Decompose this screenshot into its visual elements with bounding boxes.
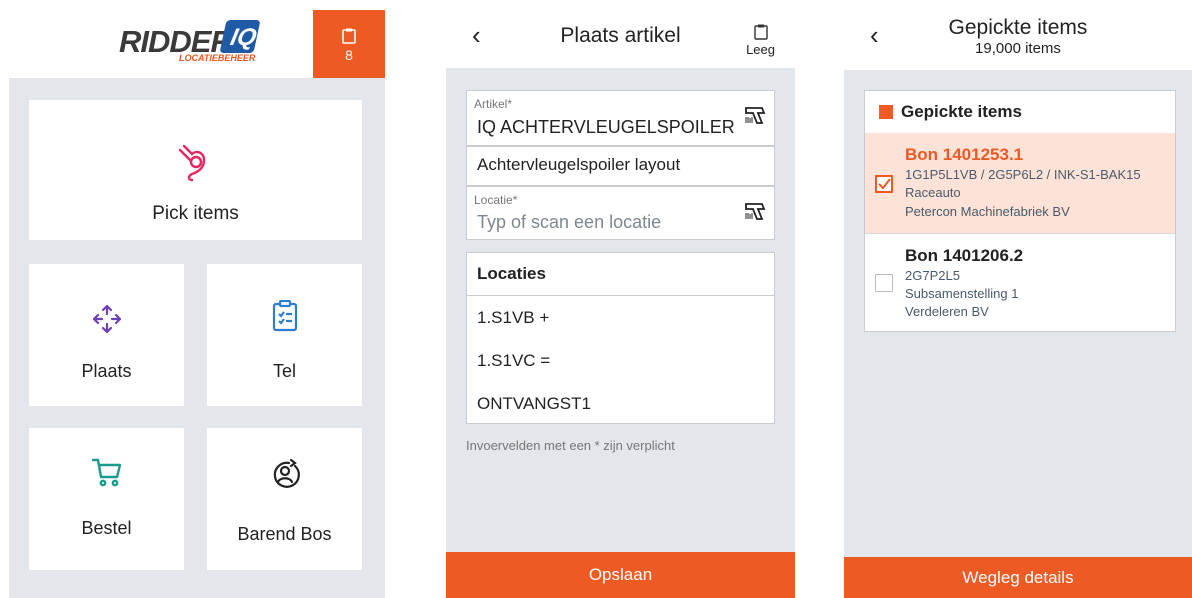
locatie-item[interactable]: ONTVANGST1	[467, 382, 774, 425]
picked-items-screen: ‹ Gepickte items 19,000 items Gepickte i…	[844, 0, 1192, 598]
order-row[interactable]: Bon 1401206.2 2G7P2L5 Subsamenstelling 1…	[865, 233, 1175, 332]
wegleg-details-button[interactable]: Wegleg details	[844, 557, 1192, 598]
order-checkbox[interactable]	[875, 274, 893, 292]
picklist-count: 8	[345, 47, 353, 63]
checkmark-icon	[878, 178, 891, 190]
order-line-3: Petercon Machinefabriek BV	[905, 204, 1070, 219]
clear-button[interactable]: Leeg	[746, 24, 775, 57]
clipboard-list-icon	[272, 300, 297, 332]
save-button[interactable]: Opslaan	[446, 552, 795, 598]
tile-tel[interactable]: Tel	[207, 264, 362, 406]
picklist-badge-button[interactable]: 8	[313, 10, 385, 78]
page-title: Gepickte items	[948, 16, 1088, 39]
locatie-field[interactable]: Locatie* Typ of scan een locatie	[466, 186, 775, 240]
tile-tel-label: Tel	[272, 361, 296, 381]
locatie-item[interactable]: 1.S1VC =	[467, 339, 774, 382]
logo-box-text: IQ	[227, 24, 260, 51]
order-line-2: Raceauto	[905, 185, 961, 200]
home-tiles: Pick items Plaats Tel Bestel Barend Bos	[9, 78, 385, 598]
order-codes: 1G1P5L1VB / 2G5P6L2 / INK-S1-BAK15	[905, 167, 1141, 182]
clipboard-icon	[342, 28, 356, 44]
artikel-field[interactable]: Artikel* IQ ACHTERVLEUGELSPOILER LAYOUT	[466, 90, 775, 146]
list-header[interactable]: Gepickte items	[865, 91, 1175, 134]
picked-list-area: Gepickte items Bon 1401253.1 1G1P5L1VB /…	[844, 70, 1192, 557]
locaties-header: Locaties	[467, 253, 774, 296]
locatie-item[interactable]: 1.S1VB +	[467, 296, 774, 339]
tile-barend-bos[interactable]: Barend Bos	[207, 428, 362, 570]
tile-plaats-label: Plaats	[81, 361, 132, 381]
tile-bestel-label: Bestel	[81, 518, 132, 538]
artikel-label: Artikel*	[474, 97, 513, 111]
list-header-label: Gepickte items	[901, 102, 1022, 121]
order-codes: 2G7P2L5	[905, 268, 960, 283]
logo-box: IQ	[219, 20, 261, 53]
logo-subtitle: LOCATIEBEHEER	[179, 53, 256, 63]
pick-hand-icon	[178, 144, 205, 182]
tile-pick-items[interactable]: Pick items	[29, 100, 362, 240]
locatie-input[interactable]: Typ of scan een locatie	[477, 212, 661, 233]
artikel-input[interactable]: IQ ACHTERVLEUGELSPOILER LAYOUT	[477, 117, 735, 138]
barcode-scanner-icon[interactable]	[744, 201, 766, 221]
shopping-cart-icon	[91, 458, 121, 487]
article-description: Achtervleugelspoiler layout	[477, 155, 681, 174]
place-header: ‹ Plaats artikel Leeg	[446, 0, 795, 68]
order-line-2: Subsamenstelling 1	[905, 286, 1019, 301]
place-article-screen: ‹ Plaats artikel Leeg Artikel* IQ ACHTER…	[446, 0, 795, 598]
tile-pick-items-label: Pick items	[152, 203, 239, 224]
item-count: 19,000 items	[975, 40, 1061, 57]
order-line-3: Verdeleren BV	[905, 304, 989, 319]
order-checkbox-checked[interactable]	[875, 175, 893, 193]
select-all-checkbox[interactable]	[879, 105, 893, 119]
barcode-scanner-icon[interactable]	[744, 105, 766, 125]
tile-plaats[interactable]: Plaats	[29, 264, 184, 406]
tile-barend-bos-label: Barend Bos	[237, 524, 332, 544]
move-arrows-icon	[92, 304, 121, 334]
tile-bestel[interactable]: Bestel	[29, 428, 184, 570]
home-header: RIDDER IQ LOCATIEBEHEER 8	[9, 0, 385, 78]
description-field: Achtervleugelspoiler layout	[466, 146, 775, 186]
order-number: Bon 1401253.1	[905, 145, 1024, 164]
user-circle-icon	[273, 458, 300, 488]
locatie-label: Locatie*	[474, 193, 518, 207]
order-row[interactable]: Bon 1401253.1 1G1P5L1VB / 2G5P6L2 / INK-…	[865, 133, 1175, 233]
place-form: Artikel* IQ ACHTERVLEUGELSPOILER LAYOUT …	[446, 68, 795, 552]
order-number: Bon 1401206.2	[905, 246, 1024, 265]
clear-button-label: Leeg	[746, 42, 775, 57]
locaties-list: Locaties 1.S1VB + 1.S1VC = ONTVANGST1	[466, 252, 775, 424]
picked-header: ‹ Gepickte items 19,000 items	[844, 0, 1192, 70]
required-note: Invoervelden met een * zijn verplicht	[466, 438, 675, 453]
picked-items-card: Gepickte items Bon 1401253.1 1G1P5L1VB /…	[864, 90, 1176, 332]
ridder-logo: RIDDER IQ LOCATIEBEHEER	[119, 20, 275, 68]
home-screen: RIDDER IQ LOCATIEBEHEER 8 Pick items Pla…	[9, 0, 385, 598]
clipboard-icon	[753, 24, 768, 40]
page-title: Plaats artikel	[560, 24, 681, 47]
